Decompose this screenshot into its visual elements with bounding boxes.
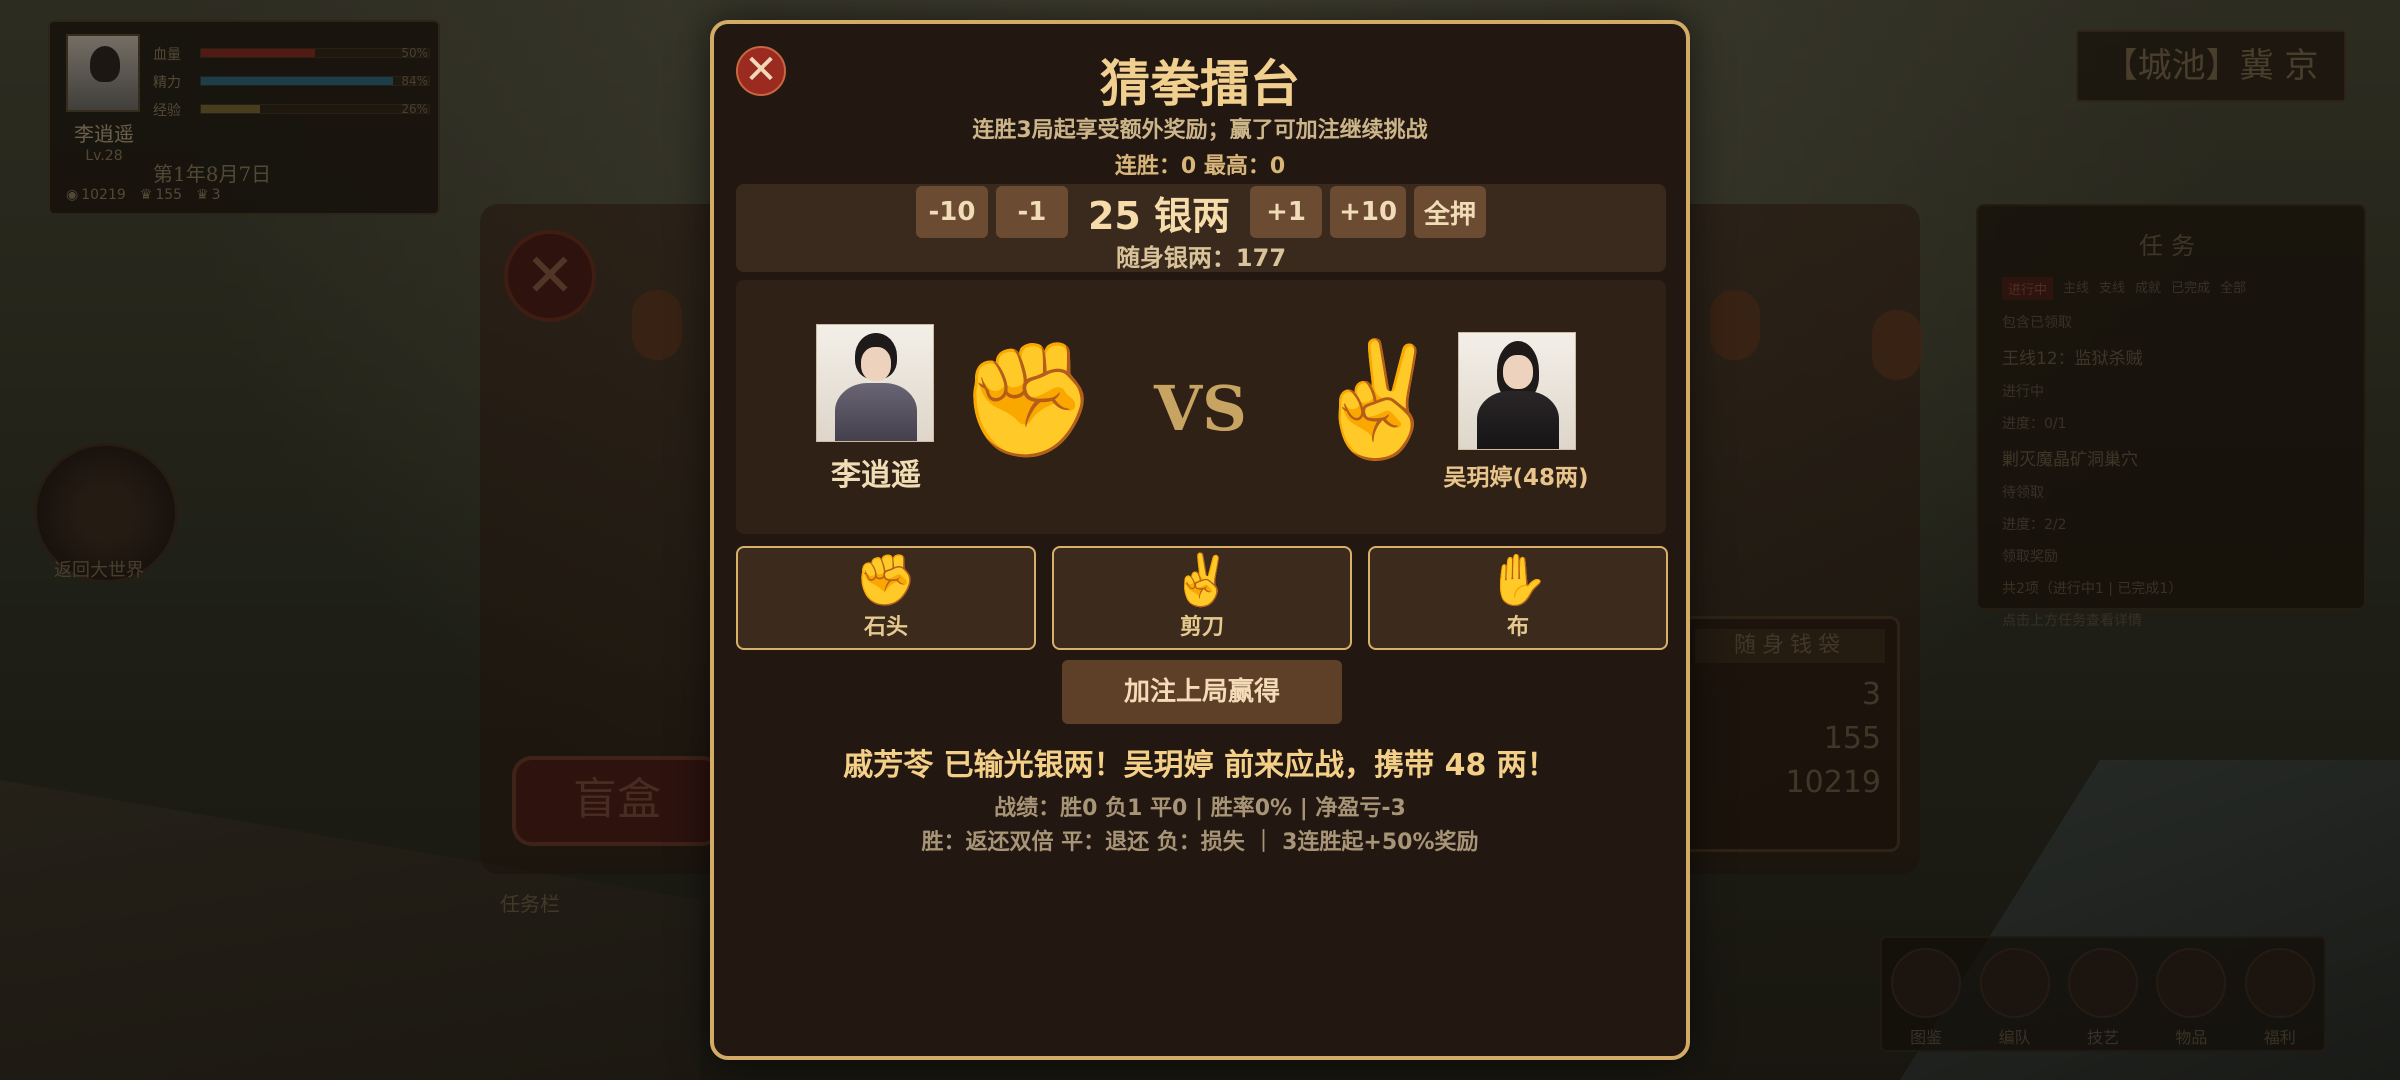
bet-panel: -10 -1 25 银两 +1 +10 全押 随身银两：177 xyxy=(736,184,1666,272)
paper-icon: ✋ xyxy=(1486,551,1550,609)
streak-info: 连胜：0 最高：0 xyxy=(1114,154,1286,179)
bet-controls: -10 -1 25 银两 +1 +10 全押 xyxy=(736,184,1666,240)
purse-silver: 随身银两：177 xyxy=(1115,244,1287,272)
player-portrait xyxy=(816,324,934,442)
scissors-button[interactable]: ✌️ 剪刀 xyxy=(1052,546,1352,650)
rps-arena-modal: ✕ 猜拳擂台 连胜3局起享受额外奖励；赢了可加注继续挑战 连胜：0 最高：0 -… xyxy=(710,20,1690,1060)
opponent-duel-name: 吴玥婷(48两) xyxy=(1443,465,1589,491)
bet-all-in-button[interactable]: 全押 xyxy=(1414,186,1487,238)
vs-label: VS xyxy=(1154,372,1247,445)
opponent-hand-icon: ✌️ xyxy=(1308,335,1448,465)
player-hand-icon: ✊ xyxy=(958,335,1098,465)
rock-label: 石头 xyxy=(863,614,908,640)
paper-button[interactable]: ✋ 布 xyxy=(1368,546,1668,650)
battle-message: 戚芳苓 已输光银两！吴玥婷 前来应战，携带 48 两！ xyxy=(843,748,1557,783)
battle-record: 战绩：胜0 负1 平0 | 胜率0% | 净盈亏-3 xyxy=(994,796,1406,821)
player-duel-name: 李逍遥 xyxy=(831,458,921,493)
bet-amount: 25 银两 xyxy=(1087,193,1231,238)
scissors-label: 剪刀 xyxy=(1179,614,1224,640)
bet-plus-1-button[interactable]: +1 xyxy=(1250,186,1323,238)
bet-minus-10-button[interactable]: -10 xyxy=(915,186,988,238)
modal-subtitle: 连胜3局起享受额外奖励；赢了可加注继续挑战 xyxy=(972,118,1428,143)
bet-minus-1-button[interactable]: -1 xyxy=(995,186,1068,238)
modal-title: 猜拳擂台 xyxy=(1100,54,1300,113)
reward-rules: 胜：返还双倍 平：退还 负：损失 ｜ 3连胜起+50%奖励 xyxy=(921,830,1479,855)
rock-icon: ✊ xyxy=(854,551,918,609)
rock-button[interactable]: ✊ 石头 xyxy=(736,546,1036,650)
opponent-portrait xyxy=(1458,332,1576,450)
bet-plus-10-button[interactable]: +10 xyxy=(1330,186,1407,238)
double-bet-button[interactable]: 加注上局赢得 xyxy=(1062,660,1342,724)
paper-label: 布 xyxy=(1506,614,1529,640)
duel-area: 李逍遥 ✊ VS ✌️ 吴玥婷(48两) xyxy=(736,280,1666,534)
scissors-icon: ✌️ xyxy=(1170,551,1234,609)
